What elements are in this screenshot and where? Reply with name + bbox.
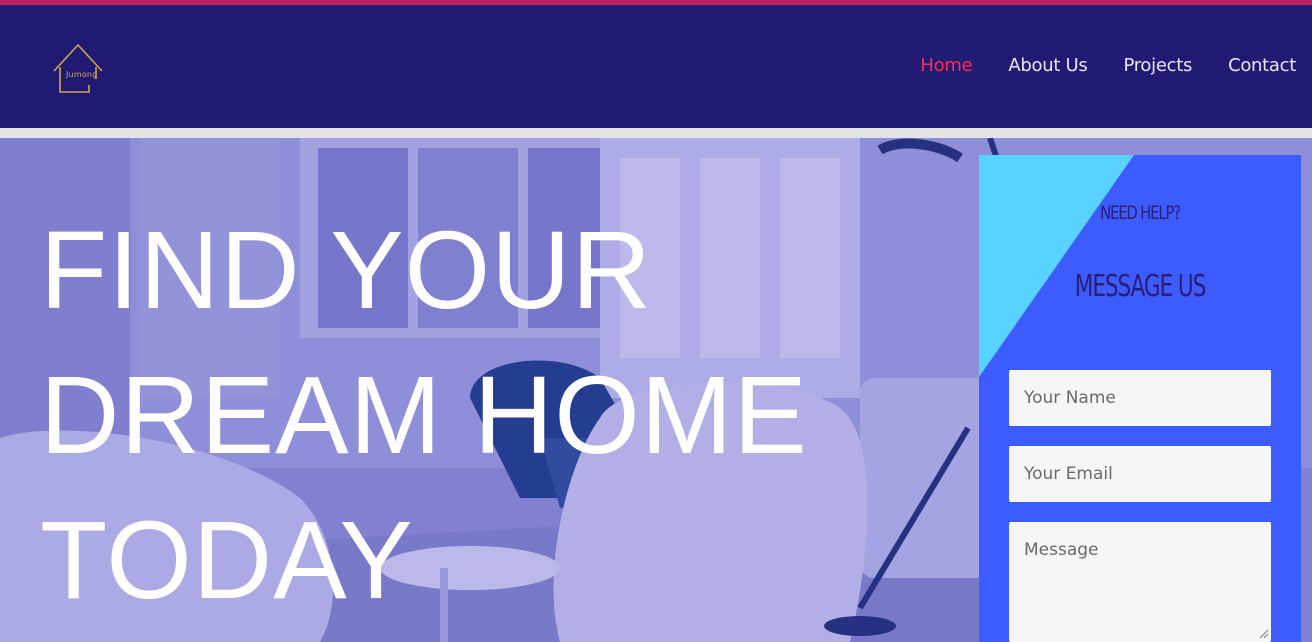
resize-handle-icon[interactable]	[1259, 629, 1269, 639]
header-separator	[0, 128, 1312, 138]
logo-wordmark: Jumong	[66, 70, 98, 79]
nav-link-home[interactable]: Home	[920, 55, 972, 76]
contact-form-panel: NEED HELP? MESSAGE US	[979, 155, 1301, 642]
nav-link-projects[interactable]: Projects	[1123, 55, 1192, 76]
hero-section: FIND YOUR DREAM HOME TODAY NEED HELP? ME…	[0, 138, 1312, 642]
need-help-label: NEED HELP?	[1100, 202, 1181, 224]
site-logo[interactable]: Jumong	[52, 41, 104, 97]
email-input[interactable]	[1009, 446, 1271, 502]
form-title: MESSAGE US	[1074, 269, 1207, 304]
site-header: Jumong Home About Us Projects Contact	[0, 5, 1312, 128]
message-textarea[interactable]	[1009, 522, 1271, 642]
headline-line-1: FIND YOUR	[40, 209, 653, 332]
name-input[interactable]	[1009, 370, 1271, 426]
headline-line-2: DREAM HOME	[40, 354, 808, 477]
headline-line-3: TODAY	[40, 499, 414, 622]
house-logo-icon	[53, 43, 103, 93]
nav-link-contact[interactable]: Contact	[1228, 55, 1296, 76]
nav-link-about-us[interactable]: About Us	[1008, 55, 1087, 76]
main-navigation: Home About Us Projects Contact	[920, 55, 1296, 76]
hero-headline: FIND YOUR DREAM HOME TODAY	[40, 198, 940, 633]
